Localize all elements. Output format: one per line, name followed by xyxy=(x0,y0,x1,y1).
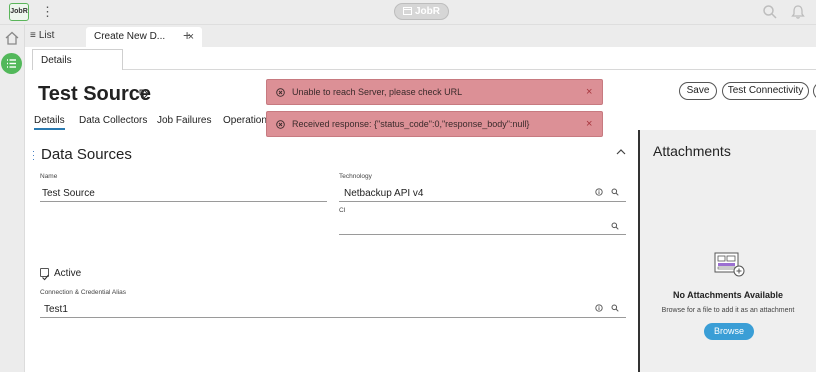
tab-list-label: List xyxy=(38,30,55,41)
data-sources-card: · · · Data Sources Name Test Source Techno… xyxy=(28,136,638,372)
alias-label: Connection & Credential Alias xyxy=(40,289,126,296)
info-icon[interactable] xyxy=(595,304,603,312)
list-nav-button[interactable] xyxy=(1,53,22,74)
error-icon xyxy=(276,88,285,97)
tab-details[interactable]: Details xyxy=(34,115,65,130)
search-icon[interactable] xyxy=(611,304,619,312)
home-icon[interactable] xyxy=(4,30,20,46)
left-rail xyxy=(0,25,25,372)
tab-create-label: Create New D... xyxy=(94,31,166,42)
tab-data-collectors[interactable]: Data Collectors xyxy=(79,115,147,126)
alias-underline xyxy=(40,317,626,318)
ci-label: CI xyxy=(339,207,346,214)
test-connectivity-button[interactable]: Test Connectivity xyxy=(722,82,809,100)
toast-message: Unable to reach Server, please check URL xyxy=(292,87,463,97)
section-title: Data Sources xyxy=(41,146,132,163)
error-toast: Received response: {"status_code":0,"res… xyxy=(266,111,603,137)
attachment-add-icon xyxy=(714,252,745,277)
chevron-up-icon[interactable] xyxy=(616,148,626,156)
add-tab-button[interactable]: + xyxy=(183,26,191,44)
name-underline xyxy=(40,201,327,202)
checkmark-icon xyxy=(42,274,49,281)
window-icon xyxy=(403,7,412,15)
tag-icon[interactable] xyxy=(139,89,149,99)
name-field[interactable]: Test Source xyxy=(42,188,95,199)
info-icon[interactable] xyxy=(595,188,603,196)
subtab-details[interactable]: Details xyxy=(32,49,123,70)
top-bar: JobR ⋮ JobR xyxy=(0,0,816,25)
active-checkbox[interactable] xyxy=(40,268,49,281)
record-title: Test Source xyxy=(38,83,151,105)
name-label: Name xyxy=(40,173,58,180)
tab-job-failures[interactable]: Job Failures xyxy=(157,115,211,126)
browse-button[interactable]: Browse xyxy=(704,323,754,340)
technology-underline xyxy=(339,201,626,202)
tab-list[interactable]: ≡ List xyxy=(30,28,54,44)
close-icon[interactable]: × xyxy=(586,86,592,98)
search-icon[interactable] xyxy=(611,222,619,230)
app-menu-icon[interactable]: ⋮ xyxy=(41,3,54,21)
no-attachments-title: No Attachments Available xyxy=(672,290,784,300)
search-icon[interactable] xyxy=(611,188,619,196)
error-icon xyxy=(276,120,285,129)
save-button[interactable]: Save xyxy=(679,82,717,100)
close-icon[interactable]: × xyxy=(586,118,592,130)
hamburger-icon: ≡ xyxy=(30,30,36,41)
active-label: Active xyxy=(54,268,82,279)
toast-message: Received response: {"status_code":0,"res… xyxy=(292,119,530,129)
app-switcher-label: JobR xyxy=(415,6,440,17)
subtab-divider xyxy=(123,69,816,70)
technology-label: Technology xyxy=(339,173,372,180)
ci-underline xyxy=(339,234,626,235)
workspace-tab-strip: ≡ List Create New D... × + xyxy=(25,25,816,47)
app-switcher-button[interactable]: JobR xyxy=(394,3,449,20)
attachments-panel: Attachments No Attachments Available Bro… xyxy=(638,130,816,372)
bell-icon[interactable] xyxy=(790,4,806,20)
no-attachments-hint: Browse for a file to add it as an attach… xyxy=(661,307,795,314)
attachments-title: Attachments xyxy=(653,143,731,159)
error-toast: Unable to reach Server, please check URL… xyxy=(266,79,603,105)
drag-handle-icon[interactable]: · · · xyxy=(32,147,36,164)
list-icon xyxy=(7,59,16,68)
app-logo[interactable]: JobR xyxy=(9,3,29,21)
alias-field[interactable]: Test1 xyxy=(44,304,68,315)
search-icon[interactable] xyxy=(762,4,778,20)
ci-field[interactable] xyxy=(344,220,584,232)
technology-field[interactable]: Netbackup API v4 xyxy=(344,188,424,199)
